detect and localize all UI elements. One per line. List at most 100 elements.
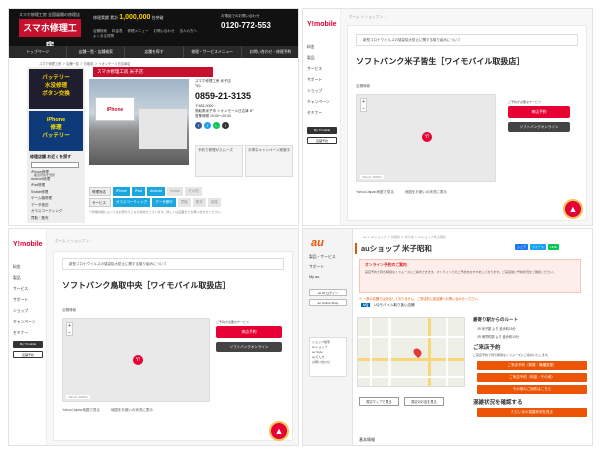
row-label: 修理対応 bbox=[89, 187, 111, 196]
header-link[interactable]: よくある質問 bbox=[93, 34, 114, 39]
header-link[interactable]: お問い合わせ bbox=[153, 29, 174, 34]
table-note: ※修理内容によってはお預かりとなる場合がございます。詳しくは店舗までお問い合わせ… bbox=[89, 210, 224, 214]
area-map-button[interactable]: 周辺マップで見る bbox=[359, 397, 399, 406]
sidebar-item[interactable]: 買取・販売 bbox=[31, 216, 81, 221]
promo-boxes: 予約で修理がスムーズ お得なキャンペーン実施中 bbox=[195, 145, 293, 177]
shop-tel[interactable]: 0859-21-3135 bbox=[195, 91, 293, 102]
nav-item[interactable]: トップページ bbox=[9, 46, 68, 58]
service-table: 修理対応 iPhone iPad Android Switch その他 サービス… bbox=[89, 187, 293, 209]
ymobile-logo[interactable]: Y!mobile bbox=[13, 241, 43, 248]
phone-number[interactable]: 0120-772-553 bbox=[221, 21, 271, 30]
yahoo-map-link[interactable]: Yahoo!Japan地図で見る bbox=[356, 190, 394, 194]
route-line: JR 博労町駅 より 徒歩約10分 bbox=[477, 335, 519, 339]
promo-banner[interactable]: バッテリー 水没修理 ボタン交換 bbox=[29, 69, 83, 109]
map-pin-icon[interactable] bbox=[411, 346, 424, 359]
map-display-link[interactable]: 地図をお使いの状況に表示 bbox=[111, 408, 153, 412]
online-shop-button[interactable]: ソフトバンクオンライン bbox=[216, 342, 282, 352]
promo-box[interactable]: お得なキャンペーン実施中 bbox=[245, 145, 293, 177]
notice-bar[interactable]: 新型コロナウイルスの感染拡大防止に関する取り組みについて bbox=[356, 34, 578, 46]
sidebar-item[interactable]: iPad修理 bbox=[31, 183, 81, 188]
au-online-shop-button[interactable]: au Online Shop bbox=[309, 299, 347, 306]
sidebar-item[interactable]: Switch修理 bbox=[31, 190, 81, 195]
cart-icon[interactable]: ▲ bbox=[269, 421, 289, 441]
shop-photo: iPhone bbox=[89, 79, 189, 165]
shop-reserve-button[interactable]: 店舗予約 bbox=[13, 351, 43, 358]
reserve-button[interactable]: 来店予約 bbox=[508, 106, 570, 118]
shop-building bbox=[139, 109, 187, 149]
sidebar-item[interactable]: Android修理 bbox=[31, 177, 81, 182]
facebook-share-button[interactable]: シェア bbox=[515, 244, 529, 250]
cart-icon[interactable]: ▲ bbox=[563, 199, 583, 219]
au-logo[interactable]: au bbox=[311, 237, 324, 249]
ym-menu-item[interactable]: セミナー bbox=[13, 331, 45, 336]
line-icon[interactable]: L bbox=[213, 122, 220, 129]
site-logo[interactable]: スマホ修理工房 bbox=[19, 19, 81, 51]
notice-bar[interactable]: 新型コロナウイルスの感染拡大防止に関する取り組みについて bbox=[62, 258, 284, 270]
ym-menu-item[interactable]: ショップ bbox=[13, 309, 45, 314]
ym-content-card: 新型コロナウイルスの感染拡大防止に関する取り組みについて ソフトバンク米子皆生［… bbox=[347, 25, 587, 221]
ym-menu-item[interactable]: セミナー bbox=[307, 111, 339, 116]
prefecture-select[interactable]: 都道府県を選択 bbox=[31, 162, 79, 177]
map[interactable] bbox=[357, 317, 465, 387]
twitter-icon[interactable]: t bbox=[204, 122, 211, 129]
ym-menu-item[interactable]: 料金 bbox=[13, 265, 45, 270]
ym-menu-item[interactable]: 製品 bbox=[13, 276, 45, 281]
header-link[interactable]: 修理メニュー bbox=[127, 29, 148, 34]
ym-menu-item[interactable]: サポート bbox=[13, 298, 45, 303]
line-share-button[interactable]: LINE bbox=[548, 244, 559, 250]
zoom-control[interactable]: + − bbox=[360, 98, 367, 112]
au-menu-item[interactable]: My au bbox=[309, 275, 349, 279]
ym-menu-item[interactable]: サービス bbox=[307, 67, 339, 72]
ymobile-logo[interactable]: Y!mobile bbox=[307, 21, 337, 28]
map-pin-icon[interactable]: Y! bbox=[422, 132, 432, 142]
nav-item[interactable]: お問い合わせ・修理予約 bbox=[242, 46, 298, 58]
zoom-control[interactable]: + − bbox=[66, 322, 73, 336]
nav-item[interactable]: 修理・サービスメニュー bbox=[184, 46, 242, 58]
map[interactable]: + − Y! Yahoo! JAPAN bbox=[62, 318, 210, 402]
reserve-button[interactable]: 来店予約 bbox=[216, 326, 282, 338]
side-link[interactable]: お問い合わせ bbox=[312, 360, 344, 365]
reserve-other-button[interactable]: ご来店予約（料金・その他） bbox=[477, 372, 587, 382]
uq-badge: UQ bbox=[361, 303, 371, 307]
my-ymobile-button[interactable]: My Y!mobile bbox=[307, 127, 337, 134]
social-buttons: シェア ツイート LINE bbox=[515, 244, 559, 250]
yahoo-map-link[interactable]: Yahoo!Japan地図で見る bbox=[62, 408, 100, 412]
address-line: 営業時間 10:00〜20:00 bbox=[195, 114, 231, 118]
ym-menu-item[interactable]: 料金 bbox=[307, 45, 339, 50]
ym-menu-item[interactable]: サービス bbox=[13, 287, 45, 292]
twitter-share-button[interactable]: ツイート bbox=[530, 244, 547, 250]
sidebar-item[interactable]: データ復旧 bbox=[31, 203, 81, 208]
congestion-button[interactable]: ただいまの混雑状況を見る bbox=[477, 407, 587, 417]
map-pin-icon[interactable]: Y! bbox=[133, 355, 143, 365]
au-menu-item[interactable]: 製品・サービス bbox=[309, 255, 349, 260]
ym-menu-item[interactable]: ショップ bbox=[307, 89, 339, 94]
facebook-icon[interactable]: f bbox=[195, 122, 202, 129]
instagram-icon[interactable]: i bbox=[222, 122, 229, 129]
ym-menu-item[interactable]: 製品 bbox=[307, 56, 339, 61]
map[interactable]: + − Y! Yahoo! JAPAN bbox=[356, 94, 496, 182]
au-menu-item[interactable]: サポート bbox=[309, 265, 349, 270]
reserve-new-button[interactable]: ご来店予約（新規・機種変更） bbox=[477, 360, 587, 370]
header-link[interactable]: 法人の方へ bbox=[179, 29, 197, 34]
online-shop-button[interactable]: ソフトバンクオンライン bbox=[508, 122, 570, 132]
row-label: サービス bbox=[89, 198, 111, 207]
sidebar-item[interactable]: ゲーム機修理 bbox=[31, 196, 81, 201]
promo-box[interactable]: 予約で修理がスムーズ bbox=[195, 145, 243, 177]
ym-menu-item[interactable]: サポート bbox=[307, 78, 339, 83]
map-display-link[interactable]: 地図をお使いの状況に表示 bbox=[405, 190, 447, 194]
ym-menu-item[interactable]: キャンペーン bbox=[13, 320, 45, 325]
my-ymobile-button[interactable]: My Y!mobile bbox=[13, 341, 43, 348]
promo-banner[interactable]: iPhone 修理 バッテリー bbox=[29, 111, 83, 151]
ym-menu-item[interactable]: キャンペーン bbox=[307, 100, 339, 105]
nav-item[interactable]: 店舗を探す bbox=[125, 46, 184, 58]
shop-sign: iPhone bbox=[95, 97, 135, 121]
sidebar-item[interactable]: iPhone修理 bbox=[31, 170, 81, 175]
sidebar-item[interactable]: ガラスコーティング bbox=[31, 209, 81, 214]
reserve-misc-button[interactable]: その他のご用件はこちら bbox=[477, 384, 587, 394]
nav-item[interactable]: 店舗一覧・店舗検索 bbox=[67, 46, 126, 58]
shop-reserve-button[interactable]: 店舗予約 bbox=[307, 137, 337, 144]
au-id-login-button[interactable]: au ID ログイン bbox=[309, 289, 347, 296]
sns-icons: f t L i bbox=[195, 122, 293, 129]
nearby-shops-button[interactable]: 周辺のお店を見る bbox=[404, 397, 444, 406]
phone-note: お電話でのお問い合わせ bbox=[221, 14, 260, 18]
